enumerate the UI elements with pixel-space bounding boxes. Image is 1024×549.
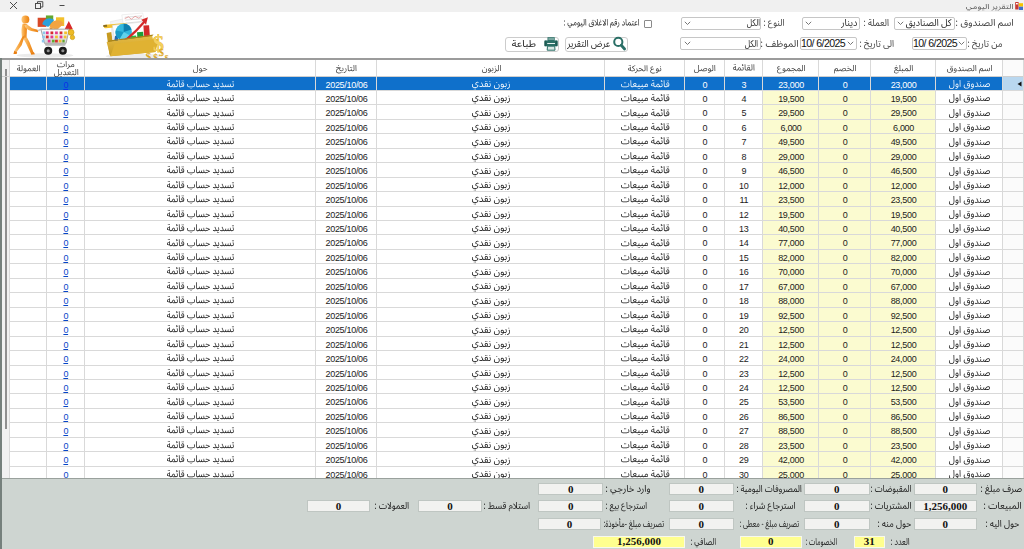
svg-text:$: $ [159, 47, 164, 58]
